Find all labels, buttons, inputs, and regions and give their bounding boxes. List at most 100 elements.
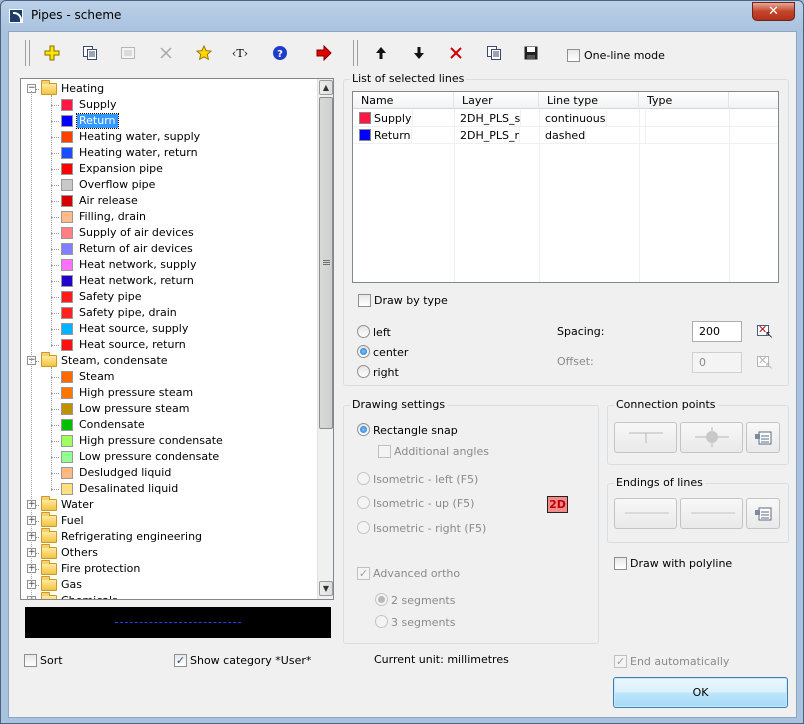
- tree-item-label: Low pressure condensate: [79, 450, 220, 463]
- offset-pick-button[interactable]: ✕ ↖: [757, 354, 773, 372]
- tree-item[interactable]: Heat source, return: [21, 337, 311, 353]
- isometric-right-radio[interactable]: [357, 521, 370, 534]
- additional-angles-checkbox[interactable]: [378, 445, 391, 458]
- tree-item[interactable]: Supply: [21, 97, 311, 113]
- tree-item[interactable]: Desalinated liquid: [21, 481, 311, 497]
- two-segments-radio[interactable]: [375, 593, 388, 606]
- tree-item[interactable]: Desludged liquid: [21, 465, 311, 481]
- save-button[interactable]: [518, 40, 544, 66]
- advanced-ortho-checkbox[interactable]: ✓: [357, 567, 370, 580]
- cross-icon: [160, 47, 172, 59]
- connection-tee-button[interactable]: [614, 422, 677, 453]
- tree-group[interactable]: − Steam, condensate: [21, 352, 311, 369]
- tree-item[interactable]: Filling, drain: [21, 209, 311, 225]
- tree-group[interactable]: + Refrigerating engineering: [21, 528, 311, 545]
- tree-item[interactable]: Air release: [21, 193, 311, 209]
- tree-item-label: Desalinated liquid: [79, 482, 179, 495]
- align-center-radio[interactable]: [357, 345, 370, 358]
- delete-button[interactable]: [153, 40, 179, 66]
- scroll-thumb[interactable]: [319, 97, 333, 429]
- tree-group[interactable]: − Heating: [21, 80, 311, 97]
- connection-settings-button[interactable]: [746, 422, 780, 453]
- column-type[interactable]: Type: [639, 92, 729, 109]
- tree-item[interactable]: Heating water, supply: [21, 129, 311, 145]
- title-bar[interactable]: Pipes - scheme ✕: [1, 1, 803, 31]
- ending-settings-button[interactable]: [746, 498, 780, 529]
- tree-group[interactable]: + Others: [21, 544, 311, 561]
- ok-button[interactable]: OK: [613, 677, 788, 708]
- copy-line-button[interactable]: [481, 40, 507, 66]
- remove-line-button[interactable]: [443, 40, 469, 66]
- align-right-radio[interactable]: [357, 365, 370, 378]
- column-layer[interactable]: Layer: [454, 92, 539, 109]
- tree-item[interactable]: High pressure condensate: [21, 433, 311, 449]
- ending-end-button[interactable]: [680, 498, 743, 529]
- tree-item[interactable]: Heat network, supply: [21, 257, 311, 273]
- add-button[interactable]: [39, 40, 65, 66]
- tree-group[interactable]: + Water: [21, 496, 311, 513]
- additional-angles-label: Additional angles: [394, 445, 489, 458]
- align-left-radio[interactable]: [357, 325, 370, 338]
- sort-checkbox[interactable]: [24, 654, 37, 667]
- end-automatically-checkbox[interactable]: ✓: [614, 655, 627, 668]
- scroll-up-arrow[interactable]: ▲: [319, 80, 333, 95]
- tree-item[interactable]: Low pressure condensate: [21, 449, 311, 465]
- tree-group[interactable]: + Chemicals: [21, 592, 311, 599]
- insert-button[interactable]: [311, 40, 337, 66]
- tree-item[interactable]: Steam: [21, 369, 311, 385]
- isometric-up-radio[interactable]: [357, 496, 370, 509]
- tree-item[interactable]: Supply of air devices: [21, 225, 311, 241]
- color-swatch: [61, 275, 73, 287]
- tree-group[interactable]: + Gas: [21, 576, 311, 593]
- column-line-type[interactable]: Line type: [539, 92, 639, 109]
- offset-input[interactable]: [692, 352, 742, 373]
- tree-item[interactable]: Overflow pipe: [21, 177, 311, 193]
- scroll-down-arrow[interactable]: ▼: [319, 581, 333, 596]
- tree-item-label: Condensate: [79, 418, 145, 431]
- text-tool-button[interactable]: ‹T›: [227, 40, 253, 66]
- help-button[interactable]: ?: [267, 40, 293, 66]
- tree-group[interactable]: + Fire protection: [21, 560, 311, 577]
- spacing-input[interactable]: [692, 321, 742, 342]
- draw-by-type-checkbox[interactable]: [358, 294, 371, 307]
- three-segments-radio[interactable]: [375, 615, 388, 628]
- tree-item[interactable]: Return of air devices: [21, 241, 311, 257]
- tree-group-label: Others: [61, 546, 98, 559]
- tree-item[interactable]: Safety pipe, drain: [21, 305, 311, 321]
- tree-item[interactable]: Condensate: [21, 417, 311, 433]
- tree-item[interactable]: Heat network, return: [21, 273, 311, 289]
- tree-scrollbar[interactable]: ▲ ▼: [317, 79, 333, 599]
- list-row[interactable]: Return 2DH_PLS_r dashed: [353, 127, 778, 144]
- tree-item[interactable]: High pressure steam: [21, 385, 311, 401]
- selected-lines-list[interactable]: Name Layer Line type Type Supply 2DH_PLS…: [352, 91, 779, 283]
- tree-group-label: Refrigerating engineering: [61, 530, 203, 543]
- tree-item[interactable]: Expansion pipe: [21, 161, 311, 177]
- show-category-checkbox[interactable]: ✓: [174, 654, 187, 667]
- tree-item[interactable]: Heat source, supply: [21, 321, 311, 337]
- column-name[interactable]: Name: [353, 92, 454, 109]
- tree-item[interactable]: Low pressure steam: [21, 401, 311, 417]
- move-up-button[interactable]: [368, 40, 394, 66]
- properties-button[interactable]: [115, 40, 141, 66]
- arrow-down-icon: [414, 47, 424, 59]
- copy-button[interactable]: [77, 40, 103, 66]
- color-swatch: [61, 403, 73, 415]
- one-line-mode-checkbox[interactable]: [567, 49, 580, 62]
- tree-item[interactable]: Safety pipe: [21, 289, 311, 305]
- rectangle-snap-radio[interactable]: [357, 423, 370, 436]
- tree-item[interactable]: Return: [21, 113, 311, 129]
- end-automatically-label: End automatically: [630, 655, 730, 668]
- spacing-pick-button[interactable]: ✕ ↖: [757, 323, 773, 341]
- move-down-button[interactable]: [406, 40, 432, 66]
- list-row[interactable]: Supply 2DH_PLS_s continuous: [353, 110, 778, 127]
- ending-start-button[interactable]: [614, 498, 677, 529]
- draw-with-polyline-checkbox[interactable]: [614, 557, 627, 570]
- connection-circle-button[interactable]: [680, 422, 743, 453]
- tree-item[interactable]: Heating water, return: [21, 145, 311, 161]
- tree-group[interactable]: + Fuel: [21, 512, 311, 529]
- pipe-category-tree[interactable]: − Heating Supply Return Heating water, s…: [20, 78, 334, 600]
- isometric-left-radio[interactable]: [357, 472, 370, 485]
- favorite-button[interactable]: [191, 40, 217, 66]
- tree-group-label: Steam, condensate: [61, 354, 168, 367]
- close-button[interactable]: ✕: [752, 2, 795, 21]
